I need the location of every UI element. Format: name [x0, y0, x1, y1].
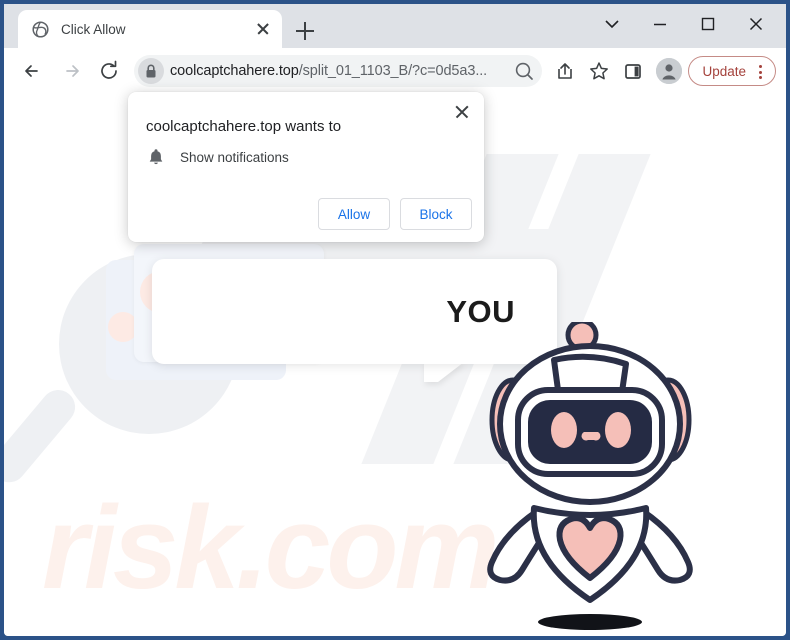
- permission-label: Show notifications: [180, 149, 289, 165]
- tab-title: Click Allow: [61, 21, 126, 37]
- star-icon[interactable]: [584, 56, 614, 86]
- browser-toolbar: coolcaptchahere.top/split_01_1103_B/?c=0…: [4, 48, 786, 94]
- globe-icon: [32, 20, 49, 38]
- notification-permission-dialog: coolcaptchahere.top wants to Show notifi…: [128, 92, 484, 242]
- browser-window-inner: Click Allow coolcaptchahere.top/split_01…: [4, 4, 786, 636]
- forward-arrow-icon[interactable]: [56, 56, 86, 86]
- robot-mascot: [472, 322, 722, 636]
- lock-icon[interactable]: [138, 58, 164, 84]
- search-zoom-icon[interactable]: [512, 59, 536, 83]
- allow-button[interactable]: Allow: [318, 198, 390, 230]
- back-arrow-icon[interactable]: [18, 56, 48, 86]
- block-button[interactable]: Block: [400, 198, 472, 230]
- close-window-icon[interactable]: [734, 8, 778, 40]
- watermark-magnifier-handle: [4, 383, 83, 490]
- bell-icon: [146, 147, 166, 167]
- browser-tab[interactable]: Click Allow: [18, 10, 282, 48]
- close-tab-icon[interactable]: [254, 20, 272, 38]
- watermark-text: risk.com: [42, 482, 499, 614]
- update-button[interactable]: Update: [688, 56, 776, 86]
- profile-avatar-icon[interactable]: [656, 58, 683, 84]
- browser-window: Click Allow coolcaptchahere.top/split_01…: [0, 0, 790, 640]
- address-bar[interactable]: coolcaptchahere.top/split_01_1103_B/?c=0…: [134, 55, 543, 87]
- dialog-title: coolcaptchahere.top wants to: [146, 118, 342, 135]
- minimize-icon[interactable]: [638, 8, 682, 40]
- speech-bubble-tail: [424, 362, 464, 382]
- side-panel-icon[interactable]: [618, 56, 648, 86]
- permission-row: Show notifications: [146, 147, 289, 167]
- share-icon[interactable]: [550, 56, 580, 86]
- three-dot-menu-icon[interactable]: [751, 61, 769, 81]
- tab-search-chevron-icon[interactable]: [590, 8, 634, 40]
- new-tab-button[interactable]: [292, 18, 318, 44]
- reload-icon[interactable]: [94, 56, 124, 86]
- url-text: coolcaptchahere.top/split_01_1103_B/?c=0…: [170, 63, 488, 79]
- tab-strip: Click Allow: [4, 4, 786, 48]
- close-icon[interactable]: [452, 102, 472, 122]
- update-button-label: Update: [702, 63, 746, 79]
- dialog-actions: Allow Block: [318, 198, 472, 230]
- maximize-icon[interactable]: [686, 8, 730, 40]
